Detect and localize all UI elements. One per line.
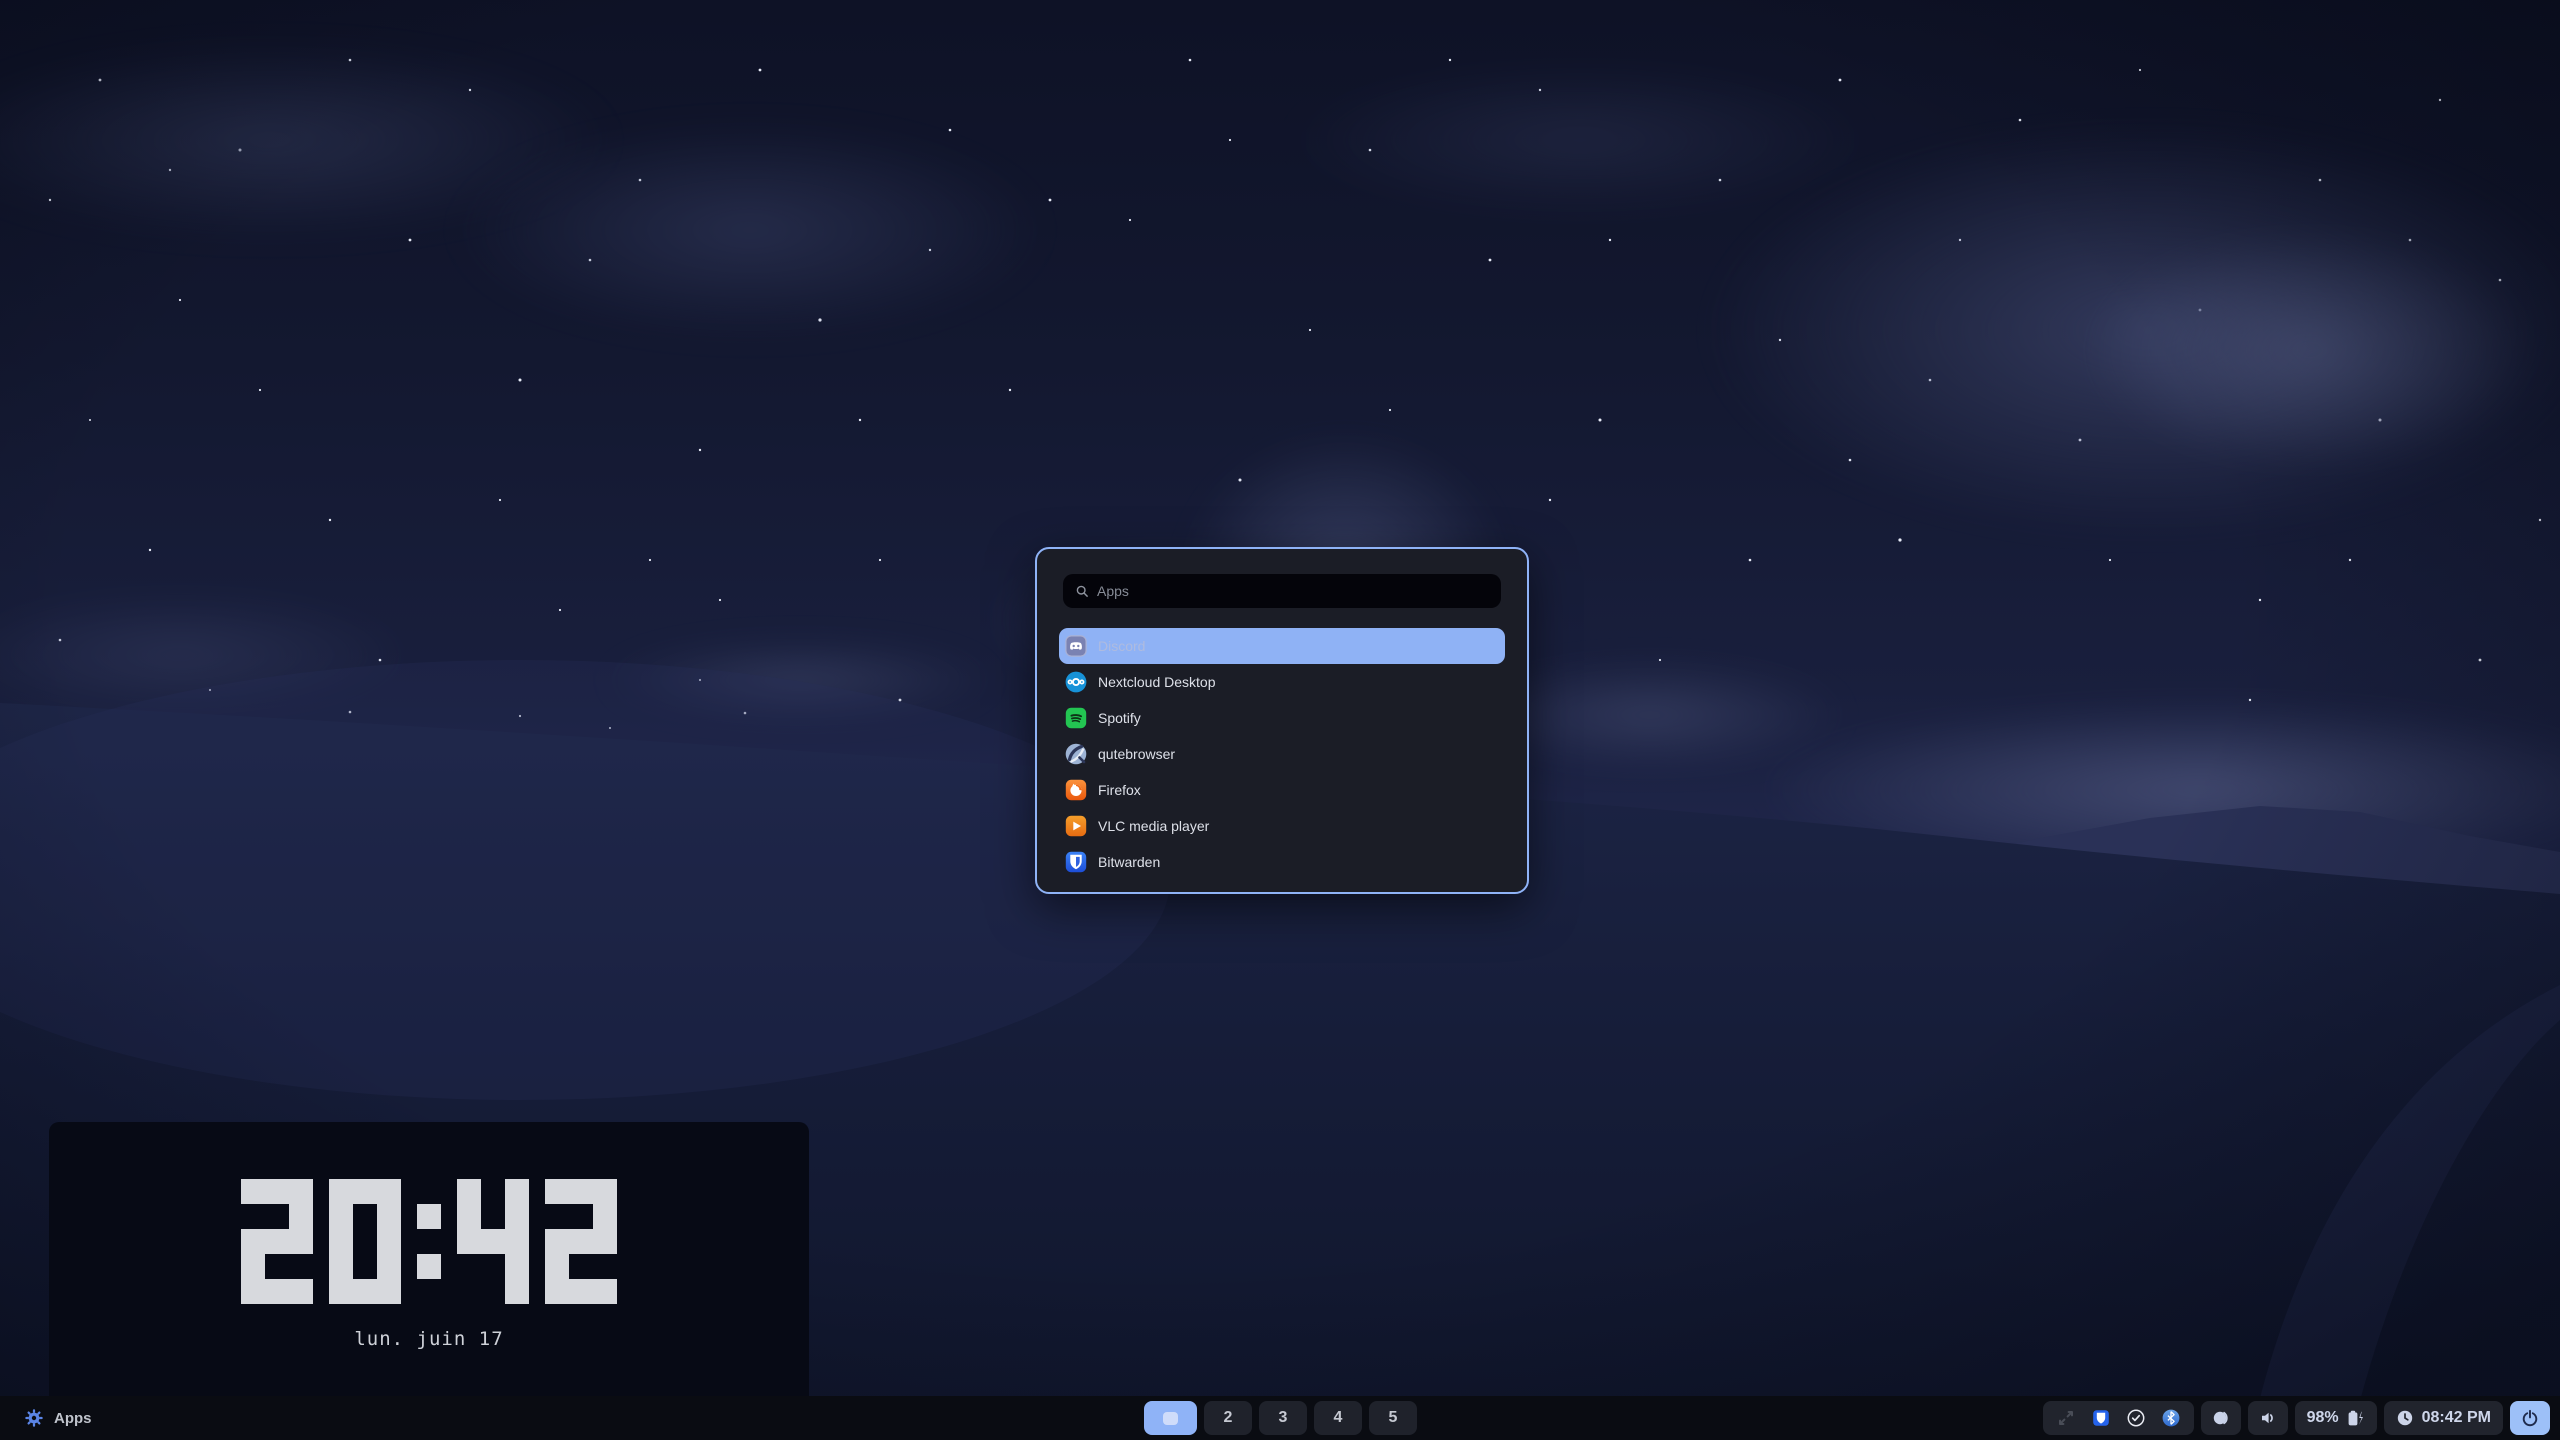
night-light-icon	[2211, 1408, 2231, 1428]
clock-widget: lun. juin 17	[49, 1122, 809, 1396]
volume-icon	[2258, 1408, 2278, 1428]
app-label: VLC media player	[1098, 818, 1209, 834]
gear-icon	[24, 1408, 44, 1428]
clock-time-digits	[49, 1179, 809, 1304]
power-button[interactable]	[2510, 1401, 2550, 1435]
tray-icon-group	[2043, 1401, 2194, 1435]
workspace-button-5[interactable]: 5	[1369, 1401, 1417, 1435]
app-row-vlc[interactable]: VLC media player	[1059, 808, 1505, 844]
search-input[interactable]	[1095, 582, 1489, 600]
bar-clock-button[interactable]: 08:42 PM	[2384, 1401, 2503, 1435]
app-row-nextcloud[interactable]: Nextcloud Desktop	[1059, 664, 1505, 700]
bluetooth-icon[interactable]	[2161, 1408, 2181, 1428]
taskbar: Apps 2 3 4 5	[0, 1396, 2560, 1440]
battery-icon	[2345, 1408, 2365, 1428]
app-launcher: Discord Nextcloud Desktop Spot	[1035, 547, 1529, 894]
battery-button[interactable]: 98%	[2295, 1401, 2377, 1435]
workspace-button-1[interactable]	[1144, 1401, 1197, 1435]
app-list: Discord Nextcloud Desktop Spot	[1059, 628, 1505, 880]
vlc-icon	[1065, 815, 1087, 837]
app-label: Firefox	[1098, 782, 1141, 798]
active-workspace-dot	[1163, 1412, 1178, 1425]
firefox-icon	[1065, 779, 1087, 801]
app-label: Discord	[1098, 638, 1145, 654]
system-tray: 98% 08:42 PM	[2043, 1401, 2550, 1435]
clock-icon	[2396, 1409, 2414, 1427]
app-row-firefox[interactable]: Firefox	[1059, 772, 1505, 808]
bitwarden-icon	[1065, 851, 1087, 873]
night-light-button[interactable]	[2201, 1401, 2241, 1435]
bitwarden-tray-icon[interactable]	[2091, 1408, 2111, 1428]
spotify-icon	[1065, 707, 1087, 729]
workspace-button-2[interactable]: 2	[1204, 1401, 1252, 1435]
workspace-button-3[interactable]: 3	[1259, 1401, 1307, 1435]
discord-icon	[1065, 635, 1087, 657]
workspace-button-4[interactable]: 4	[1314, 1401, 1362, 1435]
app-label: qutebrowser	[1098, 746, 1175, 762]
apps-button-label: Apps	[54, 1410, 92, 1427]
nextcloud-icon	[1065, 671, 1087, 693]
desktop: lun. juin 17 Discord	[0, 0, 2560, 1440]
apps-menu-button[interactable]: Apps	[24, 1396, 92, 1440]
qutebrowser-icon	[1065, 743, 1087, 765]
launcher-search-box[interactable]	[1063, 574, 1501, 608]
power-icon	[2520, 1408, 2540, 1428]
battery-percent: 98%	[2307, 1409, 2339, 1427]
workspace-switcher: 2 3 4 5	[1144, 1401, 1417, 1435]
app-row-bitwarden[interactable]: Bitwarden	[1059, 844, 1505, 880]
clock-date: lun. juin 17	[49, 1328, 809, 1350]
bar-clock-time: 08:42 PM	[2422, 1409, 2491, 1427]
app-row-discord[interactable]: Discord	[1059, 628, 1505, 664]
app-row-qutebrowser[interactable]: qutebrowser	[1059, 736, 1505, 772]
app-row-spotify[interactable]: Spotify	[1059, 700, 1505, 736]
check-circle-icon[interactable]	[2126, 1408, 2146, 1428]
app-label: Spotify	[1098, 710, 1141, 726]
app-label: Bitwarden	[1098, 854, 1160, 870]
search-icon	[1075, 584, 1090, 599]
app-label: Nextcloud Desktop	[1098, 674, 1216, 690]
network-arrows-icon[interactable]	[2056, 1408, 2076, 1428]
volume-button[interactable]	[2248, 1401, 2288, 1435]
